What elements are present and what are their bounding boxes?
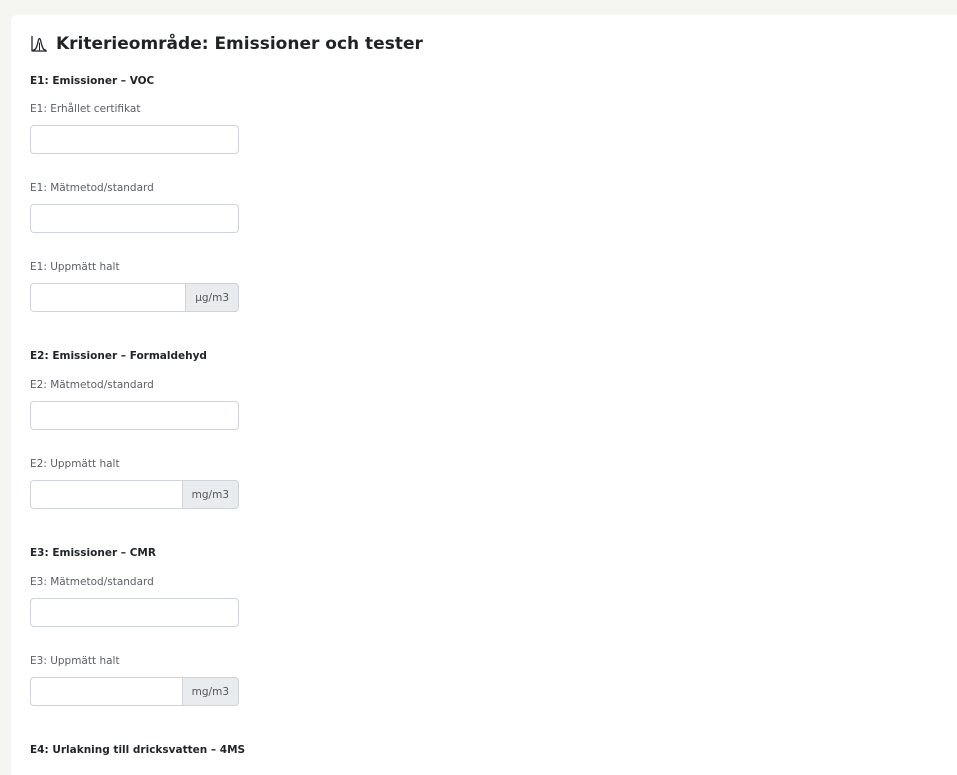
field-label-e1-halt: E1: Uppmätt halt: [30, 261, 120, 273]
field-label-e1-matmetod: E1: Mätmetod/standard: [30, 182, 154, 194]
e2-matmetod-input[interactable]: [30, 401, 239, 430]
chart-peak-icon: [31, 35, 48, 52]
criteria-form: Kriterieområde: Emissioner och tester E1…: [30, 15, 930, 775]
e3-halt-input-group: mg/m3: [30, 677, 239, 706]
e1-certifikat-input[interactable]: [30, 125, 239, 154]
unit-addon-e1: µg/m3: [185, 283, 239, 312]
field-label-e3-matmetod: E3: Mätmetod/standard: [30, 576, 154, 588]
page-title-text: Kriterieområde: Emissioner och tester: [56, 34, 423, 54]
unit-addon-e3: mg/m3: [181, 677, 239, 706]
section-heading-e2: E2: Emissioner – Formaldehyd: [30, 350, 207, 362]
field-label-e1-certifikat: E1: Erhållet certifikat: [30, 103, 141, 115]
field-label-e3-halt: E3: Uppmätt halt: [30, 655, 120, 667]
e1-halt-input[interactable]: [30, 283, 186, 312]
e1-halt-input-group: µg/m3: [30, 283, 239, 312]
e2-halt-input-group: mg/m3: [30, 480, 239, 509]
field-label-e2-matmetod: E2: Mätmetod/standard: [30, 379, 154, 391]
field-label-e2-halt: E2: Uppmätt halt: [30, 458, 120, 470]
e2-halt-input[interactable]: [30, 480, 182, 509]
page-title: Kriterieområde: Emissioner och tester: [30, 32, 423, 56]
criteria-card: Kriterieområde: Emissioner och tester E1…: [11, 15, 957, 775]
e1-matmetod-input[interactable]: [30, 204, 239, 233]
e3-matmetod-input[interactable]: [30, 598, 239, 627]
section-heading-e1: E1: Emissioner – VOC: [30, 75, 155, 87]
section-heading-e3: E3: Emissioner – CMR: [30, 547, 156, 559]
unit-addon-e2: mg/m3: [181, 480, 239, 509]
section-heading-e4: E4: Urlakning till dricksvatten – 4MS: [30, 744, 246, 756]
e3-halt-input[interactable]: [30, 677, 182, 706]
